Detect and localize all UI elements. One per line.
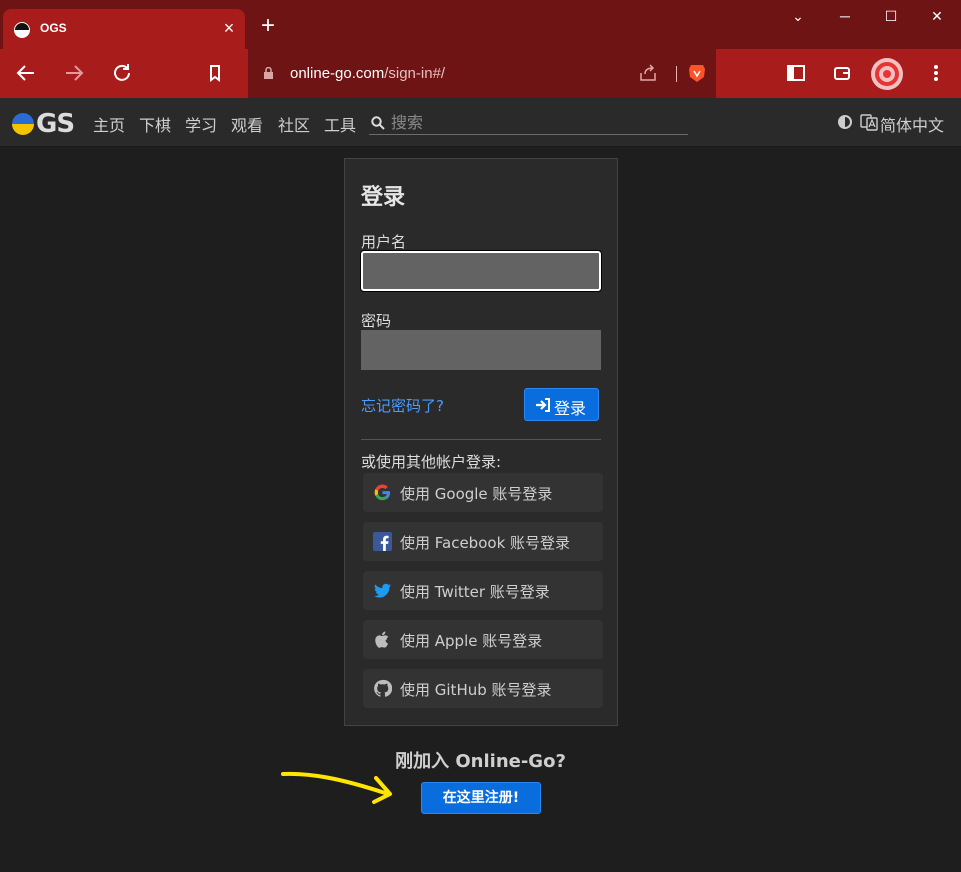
- site-navbar: GS 主页 下棋 学习 观看 社区 工具 简体中文: [0, 98, 961, 147]
- share-icon[interactable]: [638, 63, 658, 83]
- password-label: 密码: [361, 312, 392, 330]
- twitter-icon: [373, 583, 392, 598]
- wallet-icon[interactable]: [830, 61, 854, 85]
- username-field[interactable]: [361, 251, 601, 291]
- sign-in-icon: [536, 398, 550, 412]
- twitter-login-button[interactable]: 使用 Twitter 账号登录: [363, 571, 603, 610]
- url-text: online-go.com/sign-in#/: [290, 65, 445, 82]
- browser-menu-icon[interactable]: [924, 61, 948, 85]
- facebook-icon: [373, 532, 392, 551]
- apple-login-label: 使用 Apple 账号登录: [400, 632, 543, 650]
- nav-item-community[interactable]: 社区: [278, 112, 310, 136]
- address-bar[interactable]: online-go.com/sign-in#/: [248, 49, 716, 98]
- facebook-login-label: 使用 Facebook 账号登录: [400, 534, 571, 552]
- nav-item-watch[interactable]: 观看: [231, 112, 263, 136]
- signup-button[interactable]: 在这里注册!: [421, 782, 541, 814]
- facebook-login-button[interactable]: 使用 Facebook 账号登录: [363, 522, 603, 561]
- window-maximize-button[interactable]: ☐: [879, 6, 903, 26]
- username-label: 用户名: [361, 233, 407, 251]
- sidebar-icon[interactable]: [784, 61, 808, 85]
- apple-icon: [375, 631, 389, 648]
- apple-login-button[interactable]: 使用 Apple 账号登录: [363, 620, 603, 659]
- browser-tab-strip: OGS × + ⌄ ─ ☐ ✕: [0, 0, 961, 49]
- ogs-favicon-icon: [14, 22, 30, 38]
- login-button[interactable]: 登录: [524, 388, 599, 421]
- nav-item-tools[interactable]: 工具: [324, 112, 356, 136]
- search-input[interactable]: [391, 111, 681, 133]
- password-field[interactable]: [361, 330, 601, 370]
- tab-search-icon[interactable]: ⌄: [786, 6, 810, 26]
- login-title: 登录: [361, 185, 406, 210]
- forgot-password-link[interactable]: 忘记密码了?: [361, 395, 444, 416]
- github-login-label: 使用 GitHub 账号登录: [400, 681, 552, 699]
- annotation-arrow-icon: [281, 771, 392, 804]
- search-box: [369, 111, 688, 135]
- theme-toggle-icon[interactable]: [838, 115, 852, 129]
- alt-login-label: 或使用其他帐户登录:: [361, 453, 502, 471]
- window-close-button[interactable]: ✕: [925, 6, 949, 26]
- login-button-label: 登录: [554, 399, 587, 418]
- omnibox-separator: [676, 66, 677, 82]
- nav-item-home[interactable]: 主页: [93, 112, 125, 136]
- search-icon: [371, 116, 385, 130]
- google-icon: [374, 484, 391, 501]
- back-icon[interactable]: [14, 61, 38, 85]
- divider: [361, 439, 601, 440]
- window-minimize-button[interactable]: ─: [833, 6, 857, 26]
- browser-toolbar: online-go.com/sign-in#/: [0, 49, 961, 98]
- url-host: online-go.com: [290, 65, 385, 82]
- nav-item-play[interactable]: 下棋: [139, 112, 171, 136]
- google-login-button[interactable]: 使用 Google 账号登录: [363, 473, 603, 512]
- brave-shield-icon[interactable]: [688, 63, 706, 83]
- ogs-logo-text: GS: [36, 109, 75, 139]
- bookmark-icon[interactable]: [203, 61, 227, 85]
- browser-tab[interactable]: OGS ×: [3, 9, 245, 49]
- profile-avatar[interactable]: [871, 58, 903, 90]
- language-selector[interactable]: 简体中文: [880, 112, 944, 136]
- login-card: 登录 用户名 密码 忘记密码了? 登录 或使用其他帐户登录: 使用 Google…: [344, 158, 618, 726]
- github-icon: [374, 679, 392, 697]
- language-icon[interactable]: [860, 113, 878, 131]
- github-login-button[interactable]: 使用 GitHub 账号登录: [363, 669, 603, 708]
- ogs-logo-dot-icon: [12, 113, 34, 135]
- reload-icon[interactable]: [110, 61, 134, 85]
- nav-item-learn[interactable]: 学习: [185, 112, 217, 136]
- twitter-login-label: 使用 Twitter 账号登录: [400, 583, 550, 601]
- forward-icon[interactable]: [62, 61, 86, 85]
- google-login-label: 使用 Google 账号登录: [400, 485, 553, 503]
- lock-icon: [264, 67, 273, 79]
- tab-close-icon[interactable]: ×: [219, 18, 239, 38]
- url-path: /sign-in#/: [384, 65, 446, 82]
- tab-title: OGS: [40, 21, 67, 35]
- new-tab-button[interactable]: +: [256, 14, 280, 38]
